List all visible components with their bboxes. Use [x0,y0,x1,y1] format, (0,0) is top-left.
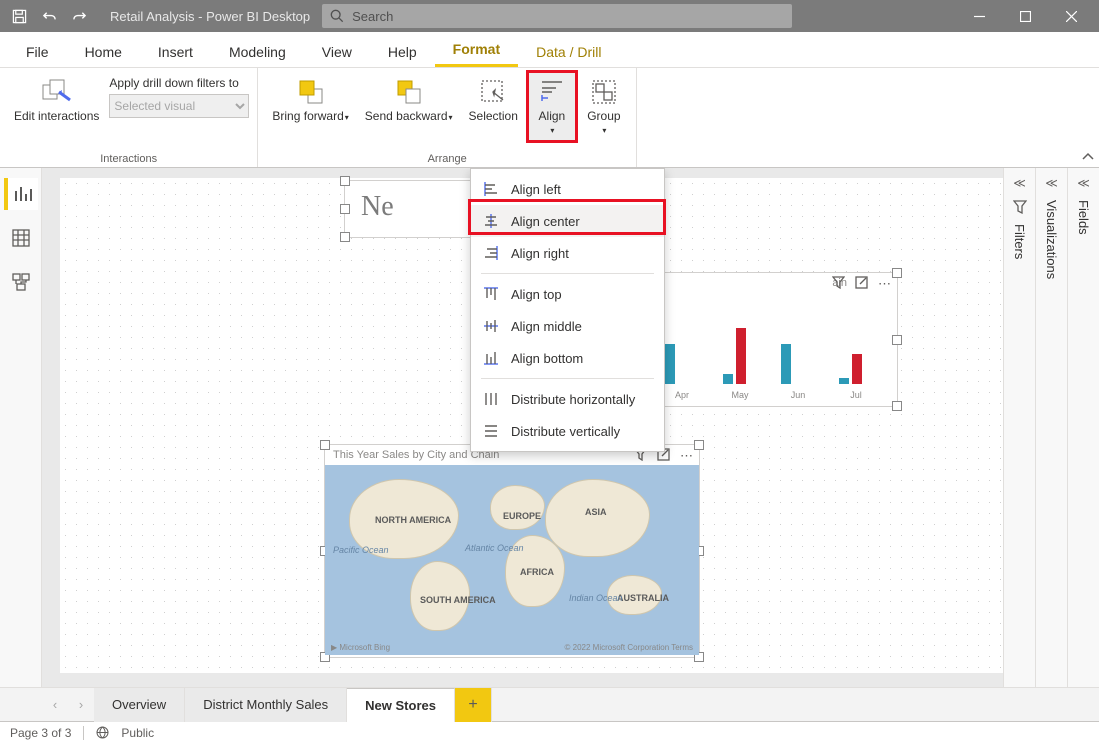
app-title: Retail Analysis - Power BI Desktop [110,9,310,24]
ribbon-tabs: File Home Insert Modeling View Help Form… [0,32,1099,68]
tab-home[interactable]: Home [67,36,140,67]
canvas-area[interactable]: ⋯ Ne ⋯ ain [42,168,1003,687]
more-icon[interactable]: ⋯ [680,448,693,464]
search-icon [330,9,344,23]
apply-drill-select[interactable]: Selected visual [109,94,249,118]
align-bottom-item[interactable]: Align bottom [471,342,664,374]
filters-label: Filters [1012,224,1027,259]
maximize-button[interactable] [1003,0,1047,32]
model-view-tab[interactable] [4,266,38,298]
collapse-ribbon-button[interactable] [1077,68,1099,167]
add-page-button[interactable]: + [455,688,492,722]
distribute-vertically-item[interactable]: Distribute vertically [471,415,664,447]
send-backward-button[interactable]: Send backward [359,72,459,128]
send-backward-icon [393,76,425,108]
bing-brand: ▶ Microsoft Bing [331,643,390,652]
close-button[interactable] [1049,0,1093,32]
undo-icon[interactable] [36,3,62,29]
align-top-item[interactable]: Align top [471,278,664,310]
filter-icon [1013,200,1027,214]
page-tab-district[interactable]: District Monthly Sales [185,688,347,722]
align-dropdown: Align left Align center Align right Alig… [470,168,665,452]
apply-drill-label: Apply drill down filters to [109,76,249,90]
align-icon [536,76,568,108]
collapsed-panes: ≪ Filters ≪ Visualizations ≪ Fields [1003,168,1099,687]
map-visual[interactable]: ⋯ This Year Sales by City and Chain NORT… [324,444,700,658]
page-tabs: ‹ › Overview District Monthly Sales New … [0,687,1099,721]
view-bar [0,168,42,687]
title-bar: Retail Analysis - Power BI Desktop Searc… [0,0,1099,32]
bring-forward-button[interactable]: Bring forward [266,72,354,128]
main-area: ⋯ Ne ⋯ ain [0,168,1099,687]
report-view-tab[interactable] [4,178,38,210]
edit-interactions-label: Edit interactions [14,110,99,123]
map-attribution: © 2022 Microsoft Corporation Terms [565,643,693,652]
group-label-arrange: Arrange [266,153,628,165]
sensitivity-label: Public [121,726,154,740]
align-center-item[interactable]: Align center [471,205,664,237]
tab-modeling[interactable]: Modeling [211,36,304,67]
search-box[interactable]: Search [322,4,792,28]
globe-icon [96,726,109,739]
focus-icon[interactable] [855,276,868,292]
page-indicator: Page 3 of 3 [10,726,71,740]
selection-icon [477,76,509,108]
fields-label: Fields [1076,200,1091,235]
selection-label: Selection [469,110,518,123]
minimize-button[interactable] [957,0,1001,32]
page-tab-new-stores[interactable]: New Stores [347,688,455,722]
map-body: NORTH AMERICA SOUTH AMERICA EUROPE AFRIC… [325,465,699,655]
status-bar: Page 3 of 3 Public [0,721,1099,743]
more-icon[interactable]: ⋯ [878,276,891,292]
align-label: Align [539,109,566,123]
chevron-left-icon: ≪ [1077,176,1090,190]
filters-pane[interactable]: ≪ Filters [1003,168,1035,687]
selection-button[interactable]: Selection [463,72,524,127]
edit-interactions-icon [41,76,73,108]
align-middle-item[interactable]: Align middle [471,310,664,342]
bring-forward-icon [295,76,327,108]
ribbon: Edit interactions Apply drill down filte… [0,68,1099,168]
filter-icon[interactable] [832,276,845,292]
page-next[interactable]: › [68,697,94,712]
distribute-horizontally-item[interactable]: Distribute horizontally [471,383,664,415]
tab-file[interactable]: File [8,36,67,67]
tab-format[interactable]: Format [435,33,518,67]
send-backward-label: Send backward [365,109,448,123]
chevron-left-icon: ≪ [1045,176,1058,190]
visualizations-pane[interactable]: ≪ Visualizations [1035,168,1067,687]
page-prev[interactable]: ‹ [42,697,68,712]
group-icon [588,76,620,108]
save-icon[interactable] [6,3,32,29]
search-placeholder: Search [352,9,393,24]
chevron-left-icon: ≪ [1013,176,1026,190]
redo-icon[interactable] [66,3,92,29]
align-right-item[interactable]: Align right [471,237,664,269]
align-button[interactable]: Align [528,72,576,141]
group-btn-label: Group [587,109,620,123]
edit-interactions-button[interactable]: Edit interactions [8,72,105,127]
group-label-interactions: Interactions [8,153,249,165]
data-view-tab[interactable] [4,222,38,254]
tab-data-drill[interactable]: Data / Drill [518,36,619,67]
align-left-item[interactable]: Align left [471,173,664,205]
tab-help[interactable]: Help [370,36,435,67]
group-button[interactable]: Group [580,72,628,141]
fields-pane[interactable]: ≪ Fields [1067,168,1099,687]
bring-forward-label: Bring forward [272,109,343,123]
visualizations-label: Visualizations [1044,200,1059,279]
tab-insert[interactable]: Insert [140,36,211,67]
tab-view[interactable]: View [304,36,370,67]
page-tab-overview[interactable]: Overview [94,688,185,722]
